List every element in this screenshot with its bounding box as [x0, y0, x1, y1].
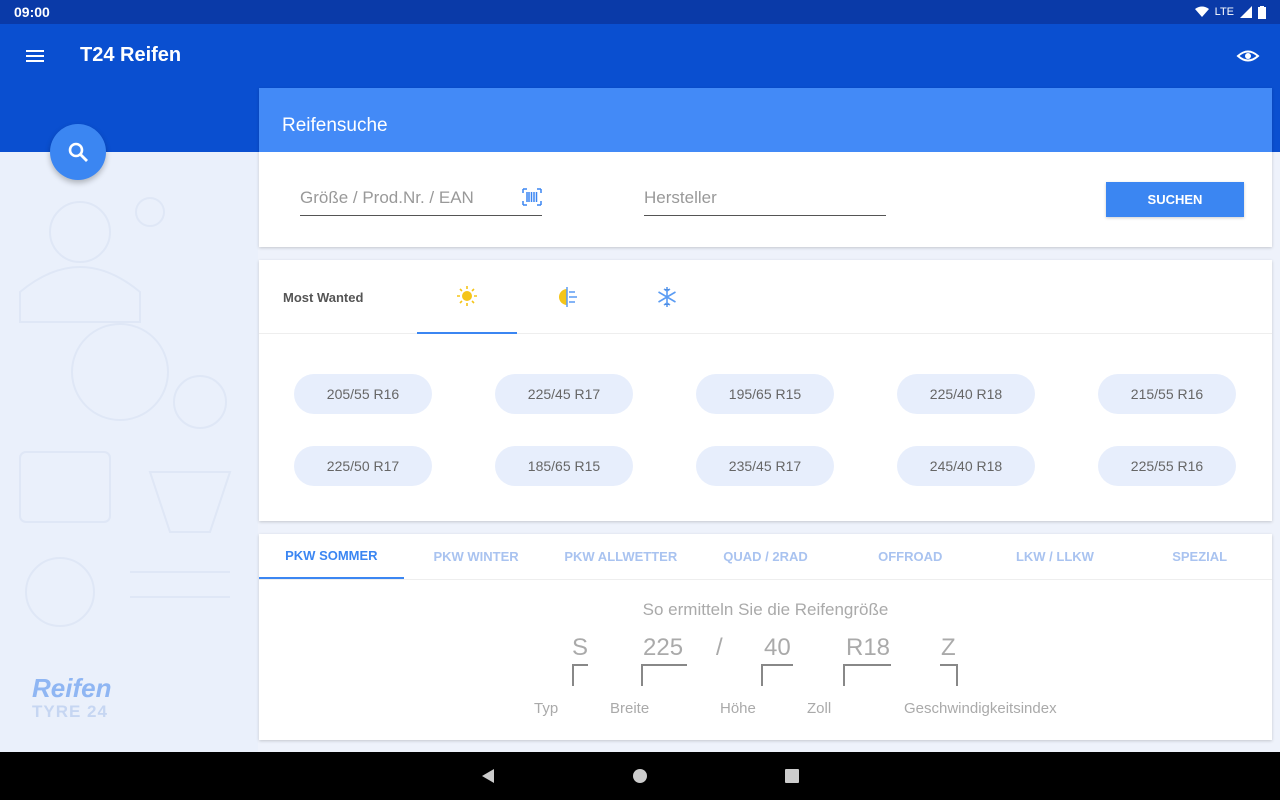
tab-lkw-llkw[interactable]: LKW / LLKW	[983, 534, 1128, 579]
size-chip[interactable]: 205/55 R16	[294, 374, 432, 414]
app-title: T24 Reifen	[80, 44, 182, 66]
signal-icon	[1240, 6, 1252, 18]
battery-icon	[1258, 5, 1266, 19]
status-time: 09:00	[14, 4, 50, 20]
manufacturer-input[interactable]: Hersteller	[644, 184, 886, 216]
tab-pkw-winter[interactable]: PKW WINTER	[404, 534, 549, 579]
most-wanted-label: Most Wanted	[283, 290, 364, 305]
search-button[interactable]: SUCHEN	[1106, 182, 1244, 217]
system-nav-bar	[0, 752, 1280, 800]
recents-icon[interactable]	[781, 765, 803, 787]
tab-pkw-sommer[interactable]: PKW SOMMER	[259, 534, 404, 579]
wifi-icon	[1194, 6, 1209, 17]
manufacturer-input-placeholder: Hersteller	[644, 188, 717, 207]
size-chip[interactable]: 215/55 R16	[1098, 374, 1236, 414]
size-input[interactable]: Größe / Prod.Nr. / EAN	[300, 184, 542, 216]
allseason-icon	[559, 287, 577, 307]
guide-title: So ermitteln Sie die Reifengröße	[642, 600, 889, 619]
size-chip[interactable]: 235/45 R17	[696, 446, 834, 486]
tab-summer[interactable]	[417, 260, 517, 334]
brand-sub: TYRE 24	[32, 702, 108, 721]
size-chip[interactable]: 245/40 R18	[897, 446, 1035, 486]
search-card: Reifensuche Größe / Prod.Nr. / EAN Herst…	[259, 88, 1272, 247]
sun-icon	[457, 286, 477, 306]
status-icons: LTE	[1194, 5, 1266, 19]
guide-bracket	[572, 664, 588, 686]
guide-bracket	[761, 664, 793, 686]
search-icon	[68, 142, 88, 162]
size-chip[interactable]: 225/45 R17	[495, 374, 633, 414]
category-tabs: PKW SOMMER PKW WINTER PKW ALLWETTER QUAD…	[259, 534, 1272, 580]
guide-bracket	[940, 664, 958, 686]
back-icon[interactable]	[477, 765, 499, 787]
eye-icon[interactable]	[1236, 44, 1260, 68]
guide-value-height: 40	[764, 634, 791, 661]
snowflake-icon	[658, 287, 676, 307]
guide-label-speed: Geschwindigkeitsindex	[904, 700, 1057, 717]
size-chip[interactable]: 195/65 R15	[696, 374, 834, 414]
tab-offroad[interactable]: OFFROAD	[838, 534, 983, 579]
guide-label-width: Breite	[610, 700, 650, 717]
size-chip[interactable]: 185/65 R15	[495, 446, 633, 486]
background-pattern	[19, 197, 232, 627]
tab-pkw-allwetter[interactable]: PKW ALLWETTER	[548, 534, 693, 579]
size-chip[interactable]: 225/55 R16	[1098, 446, 1236, 486]
guide-bracket	[843, 664, 891, 686]
tab-allseason[interactable]	[517, 260, 617, 334]
tyre-size-guide-card: PKW SOMMER PKW WINTER PKW ALLWETTER QUAD…	[259, 534, 1272, 740]
sidebar-background	[0, 152, 258, 752]
guide-value-speed: Z	[941, 634, 956, 661]
size-chip[interactable]: 225/50 R17	[294, 446, 432, 486]
search-card-title: Reifensuche	[259, 88, 1272, 152]
season-tabs: Most Wanted	[259, 260, 1272, 334]
barcode-icon[interactable]	[522, 188, 542, 206]
guide-value-width: 225	[643, 634, 684, 661]
guide-label-rim: Zoll	[807, 700, 832, 717]
tab-winter[interactable]	[617, 260, 717, 334]
home-icon[interactable]	[629, 765, 651, 787]
guide-value-type: S	[572, 634, 589, 661]
tab-quad-2rad[interactable]: QUAD / 2RAD	[693, 534, 838, 579]
guide-value-rim: R18	[846, 634, 891, 661]
guide-label-type: Typ	[534, 700, 559, 717]
size-input-placeholder: Größe / Prod.Nr. / EAN	[300, 188, 474, 207]
menu-icon[interactable]	[22, 44, 50, 68]
brand-main: Reifen	[32, 673, 112, 703]
network-label: LTE	[1214, 6, 1234, 18]
most-wanted-card: Most Wanted 205/55 R16 225/45 R17 195/65…	[259, 260, 1272, 521]
tab-spezial[interactable]: SPEZIAL	[1127, 534, 1272, 579]
brand-logo: Reifen TYRE 24	[32, 673, 111, 722]
status-bar: 09:00 LTE	[0, 0, 1280, 24]
guide-bracket	[641, 664, 687, 686]
search-fab[interactable]	[50, 124, 106, 180]
guide-label-height: Höhe	[720, 700, 756, 717]
guide-value-slash: /	[716, 634, 723, 661]
size-chip[interactable]: 225/40 R18	[897, 374, 1035, 414]
